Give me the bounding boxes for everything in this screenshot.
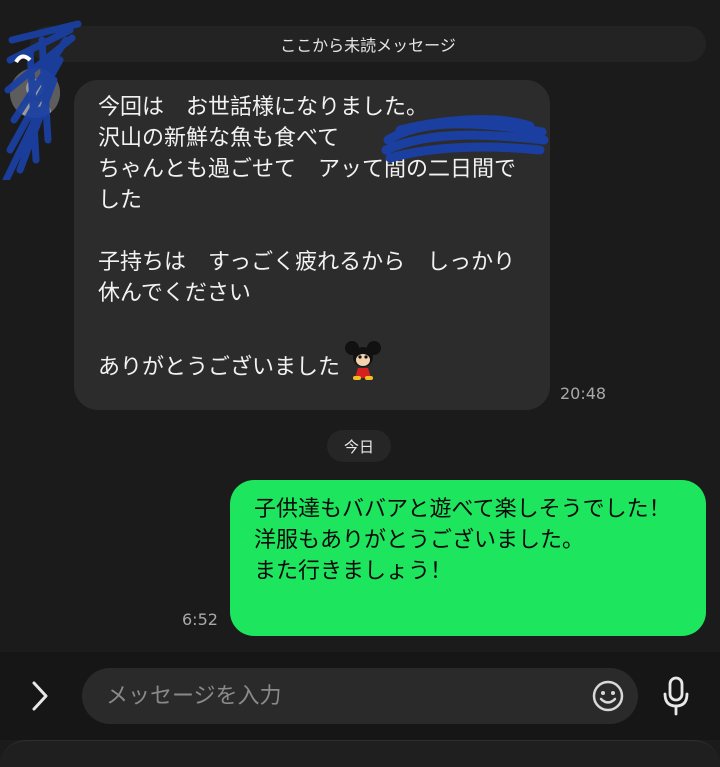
outgoing-timestamp: 6:52: [182, 610, 218, 629]
incoming-timestamp: 20:48: [560, 384, 607, 403]
date-divider-label: 今日: [343, 437, 374, 456]
incoming-message-bubble[interactable]: 今回は お世話様になりました。 沢山の新鮮な魚も食べて ちゃんとも過ごせて アッ…: [74, 80, 550, 410]
smiley-icon: [592, 680, 624, 712]
voice-input-button[interactable]: [656, 674, 696, 718]
chevron-right-icon: [32, 681, 48, 711]
unread-divider-label: ここから未読メッセージ: [280, 36, 456, 55]
avatar[interactable]: [10, 68, 60, 118]
expand-menu-button[interactable]: [22, 676, 58, 716]
avatar-image: [10, 68, 60, 118]
microphone-icon: [663, 676, 689, 716]
outgoing-message-text: 子供達もババアと遊べて楽しそうでした！ 洋服もありがとうございました。 また行き…: [254, 497, 671, 584]
emoji-button[interactable]: [590, 678, 626, 714]
bottom-sheet: [0, 740, 720, 767]
outgoing-message-bubble[interactable]: 子供達もババアと遊べて楽しそうでした！ 洋服もありがとうございました。 また行き…: [230, 480, 706, 636]
message-input[interactable]: [82, 668, 638, 724]
date-divider: 今日: [327, 430, 391, 462]
unread-divider: ここから未読メッセージ: [30, 26, 706, 62]
incoming-message-text: 今回は お世話様になりました。 沢山の新鮮な魚も食べて ちゃんとも過ごせて アッ…: [98, 95, 517, 380]
mickey-mouse-icon: [344, 340, 382, 380]
